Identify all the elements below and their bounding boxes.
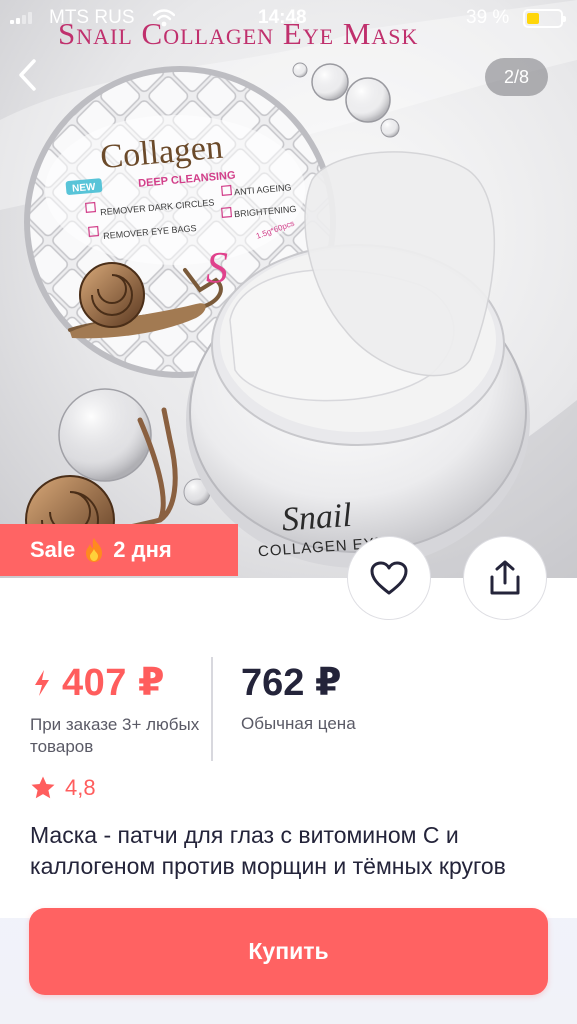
wifi-icon [152,9,176,33]
buy-button[interactable]: Купить [29,908,548,995]
star-icon [31,776,55,799]
cellular-signal-icon [10,12,32,24]
product-title: Маска - патчи для глаз с витомином С и к… [30,822,506,879]
share-icon [490,560,520,595]
jar-brand: Snail [281,497,353,539]
share-button[interactable] [463,536,547,620]
regular-price-value: 762 ₽ [241,662,342,704]
price-divider [211,657,213,761]
status-bar: MTS RUS 14:48 39 % [0,0,577,36]
lightning-icon [35,669,49,696]
battery-level [527,13,539,24]
chevron-left-icon [19,59,36,91]
regular-price-label: Обычная цена [241,714,356,733]
rating-value: 4,8 [65,775,96,800]
fire-icon [86,538,103,562]
sale-price-value: 407 ₽ [62,662,165,704]
clock: 14:48 [258,7,307,28]
rating[interactable]: 4,8 [30,775,96,801]
favorite-button[interactable] [347,536,431,620]
sale-price: 407 ₽ [32,660,165,705]
sale-days: 2 дня [113,537,172,562]
svg-text:S: S [206,243,228,292]
back-button[interactable] [8,55,48,95]
battery-percent: 39 % [466,7,510,28]
carrier-name: MTS RUS [49,7,135,28]
gallery-pager: 2/8 [485,58,548,96]
heart-icon [370,561,408,595]
sale-badge: Sale 2 дня [0,524,238,576]
lid-badge: NEW [72,182,97,195]
battery-icon [523,9,566,28]
sale-price-condition: При заказе 3+ любых товаров [30,715,200,756]
sale-label: Sale [30,537,76,562]
